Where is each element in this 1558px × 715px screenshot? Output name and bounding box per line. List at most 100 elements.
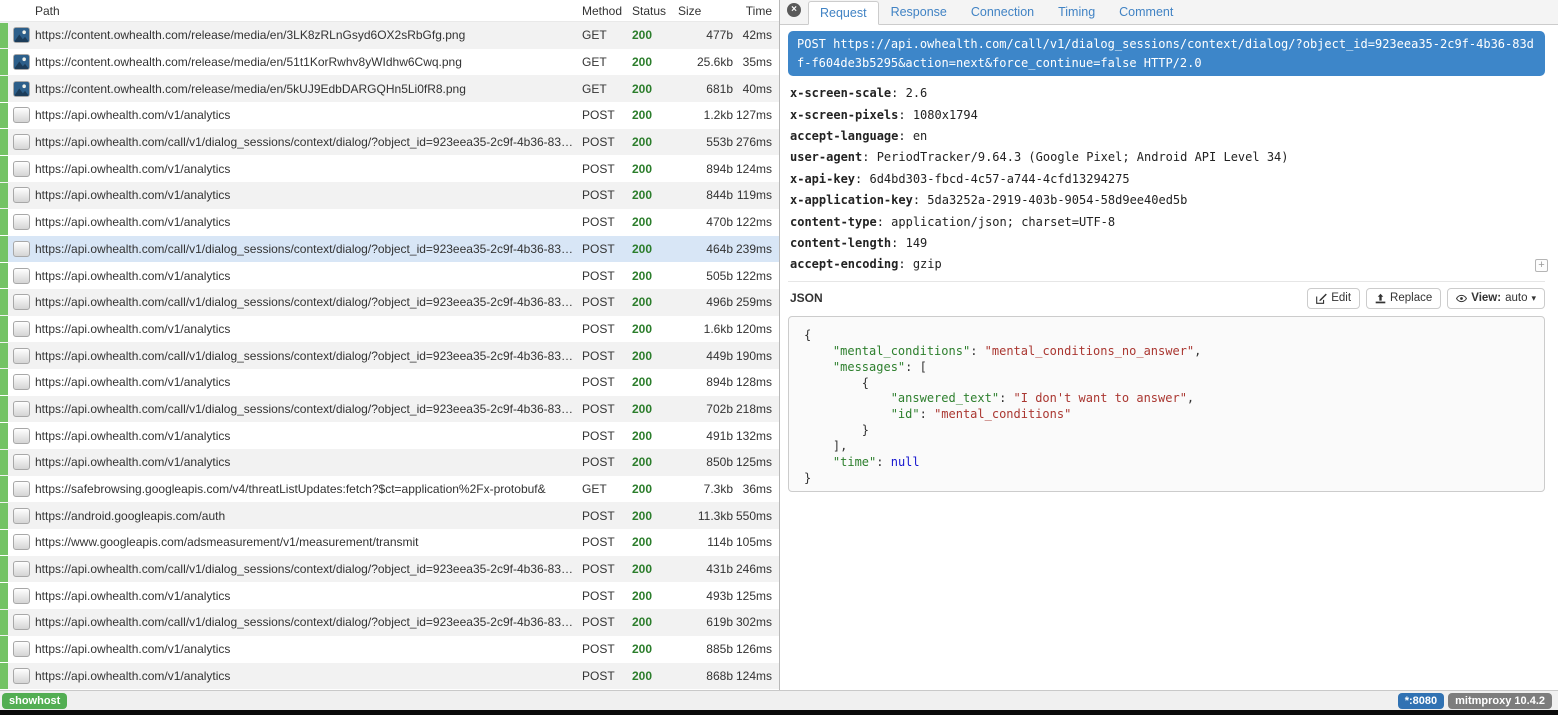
header-line[interactable]: x-api-key: 6d4bd303-fbcd-4c57-a744-4cfd1… xyxy=(790,169,1545,190)
flow-type-icon xyxy=(13,641,30,657)
flow-row[interactable]: https://api.owhealth.com/call/v1/dialog_… xyxy=(0,236,779,263)
flow-row[interactable]: https://content.owhealth.com/release/med… xyxy=(0,22,779,49)
json-body: { "mental_conditions": "mental_condition… xyxy=(788,316,1545,492)
flow-row[interactable]: https://api.owhealth.com/v1/analytics PO… xyxy=(0,636,779,663)
flow-method: POST xyxy=(582,236,632,262)
flow-row[interactable]: https://api.owhealth.com/call/v1/dialog_… xyxy=(0,342,779,369)
header-line[interactable]: accept-encoding: gzip xyxy=(790,254,1545,275)
flow-row[interactable]: https://api.owhealth.com/v1/analytics PO… xyxy=(0,449,779,476)
header-line[interactable]: user-agent: PeriodTracker/9.64.3 (Google… xyxy=(790,147,1545,168)
flow-path: https://content.owhealth.com/release/med… xyxy=(35,22,582,48)
flow-type-icon xyxy=(13,481,30,497)
flow-path: https://safebrowsing.googleapis.com/v4/t… xyxy=(35,476,582,502)
request-first-line[interactable]: POST https://api.owhealth.com/call/v1/di… xyxy=(788,31,1545,76)
flow-row[interactable]: https://content.owhealth.com/release/med… xyxy=(0,49,779,76)
flow-status: 200 xyxy=(632,396,676,422)
column-time[interactable]: Time xyxy=(733,0,779,24)
flow-marker xyxy=(0,155,8,182)
flow-marker xyxy=(0,316,8,343)
flow-size: 850b xyxy=(676,449,733,475)
column-path[interactable]: Path xyxy=(35,0,582,24)
header-line[interactable]: x-screen-scale: 2.6 xyxy=(790,83,1545,104)
flow-row[interactable]: https://safebrowsing.googleapis.com/v4/t… xyxy=(0,476,779,503)
flow-size: 619b xyxy=(676,609,733,635)
flow-status: 200 xyxy=(632,476,676,502)
header-line[interactable]: content-type: application/json; charset=… xyxy=(790,212,1545,233)
upload-icon xyxy=(1375,293,1386,304)
flow-row[interactable]: https://api.owhealth.com/v1/analytics PO… xyxy=(0,102,779,129)
header-line[interactable]: accept-language: en xyxy=(790,126,1545,147)
flow-type-icon xyxy=(13,241,30,257)
flow-marker xyxy=(0,129,8,156)
flow-row[interactable]: https://api.owhealth.com/v1/analytics PO… xyxy=(0,663,779,690)
flow-time: 246ms xyxy=(733,556,779,582)
tab-connection[interactable]: Connection xyxy=(959,0,1046,24)
flow-row[interactable]: https://api.owhealth.com/v1/analytics PO… xyxy=(0,369,779,396)
view-mode-button[interactable]: View: auto ▾ xyxy=(1447,288,1545,309)
flow-type-icon xyxy=(13,561,30,577)
flow-row[interactable]: https://api.owhealth.com/v1/analytics PO… xyxy=(0,316,779,343)
header-line[interactable]: x-screen-pixels: 1080x1794 xyxy=(790,105,1545,126)
flow-method: POST xyxy=(582,263,632,289)
flow-method: POST xyxy=(582,503,632,529)
flow-row[interactable]: https://api.owhealth.com/call/v1/dialog_… xyxy=(0,289,779,316)
flow-row[interactable]: https://api.owhealth.com/call/v1/dialog_… xyxy=(0,396,779,423)
flow-status: 200 xyxy=(632,583,676,609)
tab-timing[interactable]: Timing xyxy=(1046,0,1107,24)
flow-detail-panel: × RequestResponseConnectionTimingComment… xyxy=(779,0,1558,690)
flow-method: POST xyxy=(582,396,632,422)
column-status[interactable]: Status xyxy=(632,0,676,24)
flow-row[interactable]: https://api.owhealth.com/v1/analytics PO… xyxy=(0,155,779,182)
tab-request[interactable]: Request xyxy=(808,1,879,25)
flow-method: POST xyxy=(582,209,632,235)
replace-button[interactable]: Replace xyxy=(1366,288,1441,309)
tab-comment[interactable]: Comment xyxy=(1107,0,1185,24)
flow-type-icon xyxy=(13,27,30,43)
header-line[interactable]: content-length: 149 xyxy=(790,233,1545,254)
listen-address-badge[interactable]: *:8080 xyxy=(1398,693,1444,709)
flow-marker xyxy=(0,476,8,503)
column-method[interactable]: Method xyxy=(582,0,632,24)
flow-path: https://api.owhealth.com/v1/analytics xyxy=(35,156,582,182)
flow-path: https://api.owhealth.com/v1/analytics xyxy=(35,636,582,662)
flow-size: 477b xyxy=(676,22,733,48)
edit-button[interactable]: Edit xyxy=(1307,288,1360,309)
flow-row[interactable]: https://api.owhealth.com/v1/analytics PO… xyxy=(0,182,779,209)
flow-row[interactable]: https://www.googleapis.com/adsmeasuremen… xyxy=(0,529,779,556)
flow-time: 125ms xyxy=(733,449,779,475)
flow-row[interactable]: https://api.owhealth.com/v1/analytics PO… xyxy=(0,422,779,449)
flow-marker xyxy=(0,663,8,690)
flow-time: 128ms xyxy=(733,369,779,395)
flow-size: 894b xyxy=(676,156,733,182)
add-header-icon[interactable]: + xyxy=(1535,259,1548,272)
flow-type-icon xyxy=(13,161,30,177)
flow-method: GET xyxy=(582,22,632,48)
flow-row[interactable]: https://android.googleapis.com/auth POST… xyxy=(0,502,779,529)
flow-size: 844b xyxy=(676,182,733,208)
flow-method: POST xyxy=(582,556,632,582)
close-icon[interactable]: × xyxy=(787,3,801,17)
column-size[interactable]: Size xyxy=(676,0,733,24)
header-line[interactable]: x-application-key: 5da3252a-2919-403b-90… xyxy=(790,190,1545,211)
flow-time: 36ms xyxy=(733,476,779,502)
flow-size: 1.6kb xyxy=(676,316,733,342)
flow-row[interactable]: https://api.owhealth.com/v1/analytics PO… xyxy=(0,209,779,236)
flow-type-icon xyxy=(13,134,30,150)
showhost-badge: showhost xyxy=(2,693,67,709)
flow-path: https://api.owhealth.com/v1/analytics xyxy=(35,369,582,395)
flow-row[interactable]: https://api.owhealth.com/v1/analytics PO… xyxy=(0,582,779,609)
flow-time: 40ms xyxy=(733,76,779,102)
flow-row[interactable]: https://api.owhealth.com/v1/analytics PO… xyxy=(0,262,779,289)
flow-row[interactable]: https://api.owhealth.com/call/v1/dialog_… xyxy=(0,609,779,636)
flow-method: POST xyxy=(582,663,632,689)
flow-type-icon xyxy=(13,588,30,604)
flow-time: 218ms xyxy=(733,396,779,422)
flow-row[interactable]: https://api.owhealth.com/call/v1/dialog_… xyxy=(0,556,779,583)
flow-table-header[interactable]: Path Method Status Size Time xyxy=(0,0,779,22)
content-meta-row: JSON Edit Replace xyxy=(788,281,1545,316)
tab-response[interactable]: Response xyxy=(879,0,959,24)
flow-row[interactable]: https://api.owhealth.com/call/v1/dialog_… xyxy=(0,129,779,156)
pencil-icon xyxy=(1316,293,1327,304)
flow-status: 200 xyxy=(632,636,676,662)
flow-row[interactable]: https://content.owhealth.com/release/med… xyxy=(0,75,779,102)
